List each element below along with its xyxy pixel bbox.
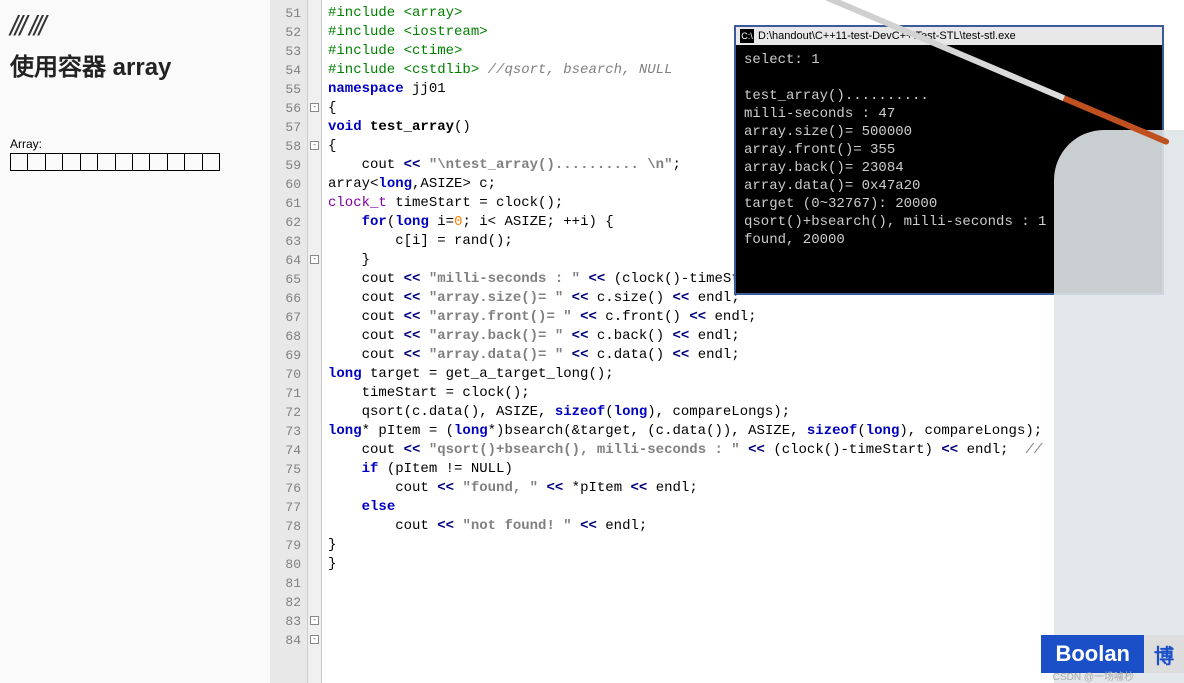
console-title-text: D:\handout\C++11-test-DevC++\Test-STL\te… bbox=[758, 30, 1016, 42]
console-titlebar[interactable]: C:\ D:\handout\C++11-test-DevC++\Test-ST… bbox=[736, 27, 1162, 45]
presenter-silhouette bbox=[1054, 130, 1184, 683]
line-number-gutter: 51 52 53 54 55 56 57 58 59 60 61 62 63 6… bbox=[270, 0, 308, 683]
fold-margin[interactable]: - - - - - bbox=[308, 0, 322, 683]
brand-logo-cn: 博 bbox=[1144, 635, 1184, 673]
slide-title: 使用容器 array bbox=[10, 47, 260, 82]
fold-toggle[interactable]: - bbox=[310, 616, 319, 625]
fold-toggle[interactable]: - bbox=[310, 255, 319, 264]
console-icon: C:\ bbox=[740, 29, 754, 43]
decoration-slashes: /// /// bbox=[10, 10, 260, 42]
watermark: CSDN @一场噱杪 bbox=[1053, 668, 1134, 683]
fold-toggle[interactable]: - bbox=[310, 103, 319, 112]
slide-left-panel: /// /// 使用容器 array Array: bbox=[0, 0, 270, 683]
array-diagram bbox=[10, 153, 220, 171]
fold-toggle[interactable]: - bbox=[310, 635, 319, 644]
array-label: Array: bbox=[10, 137, 260, 151]
fold-toggle[interactable]: - bbox=[310, 141, 319, 150]
